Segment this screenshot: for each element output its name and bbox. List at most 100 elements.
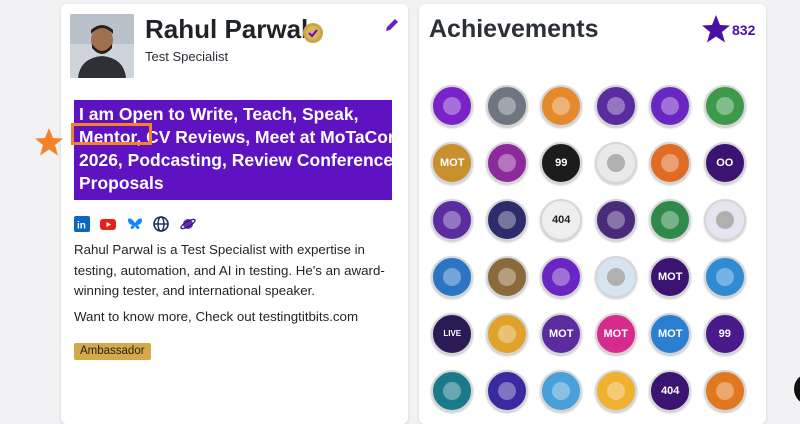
profile-name: Rahul Parwal — [145, 14, 309, 44]
mot-testers-role-badge[interactable]: MOT — [540, 312, 583, 355]
badge-cell — [643, 134, 698, 191]
badge-cell: 404 — [643, 362, 698, 419]
404-talk-badge[interactable]: 404 — [540, 198, 583, 241]
badge-cell — [480, 191, 535, 248]
badge-cell — [425, 248, 480, 305]
mot-gold-badge[interactable]: MOT — [649, 255, 692, 298]
blogger-badge[interactable] — [703, 198, 746, 241]
badge-cell — [589, 248, 644, 305]
explorer-badge[interactable] — [485, 255, 528, 298]
green-monster-badge[interactable] — [649, 198, 692, 241]
eyes-badge[interactable]: OO — [703, 141, 746, 184]
cool-cat-badge[interactable] — [431, 255, 474, 298]
404-badge[interactable]: 404 — [649, 369, 692, 412]
badge-cell: 99 — [698, 305, 753, 362]
badge-cell — [480, 248, 535, 305]
live-badge[interactable]: LIVE — [431, 312, 474, 355]
ambassador-badge[interactable] — [485, 198, 528, 241]
bluesky-icon[interactable] — [127, 216, 143, 232]
linkedin-icon[interactable]: in — [74, 216, 90, 232]
testers-planet-badge-emblem — [661, 96, 680, 115]
mot-badge[interactable]: MOT — [431, 141, 474, 184]
masks-badge[interactable] — [594, 255, 637, 298]
badge-cell: LIVE — [425, 305, 480, 362]
globe-icon[interactable] — [153, 216, 170, 232]
professional-member-badge-emblem — [443, 96, 462, 115]
badge-cell: 99 — [534, 134, 589, 191]
monster-book-badge[interactable] — [594, 84, 637, 127]
profile-description: Rahul Parwal is a Test Specialist with e… — [74, 242, 385, 298]
avatar[interactable] — [70, 14, 134, 78]
mentor-highlight-box — [71, 123, 152, 145]
testing-planet-badge[interactable] — [594, 141, 637, 184]
testbash-brighton-badge[interactable] — [540, 255, 583, 298]
phone-badge[interactable] — [649, 141, 692, 184]
masks-badge-emblem — [606, 267, 625, 286]
floating-action-button[interactable] — [794, 373, 800, 405]
badge-cell: MOT — [425, 134, 480, 191]
octopus-badge[interactable] — [594, 198, 637, 241]
badge-cell: MOT — [534, 305, 589, 362]
testing-planet-badge-emblem — [606, 153, 625, 172]
monitor-badge[interactable] — [703, 255, 746, 298]
explorer-badge-emblem — [497, 267, 516, 286]
open-to-opportunities-badge[interactable] — [594, 369, 637, 412]
professional-member-badge[interactable] — [431, 84, 474, 127]
ambassador-badge[interactable]: Ambassador — [74, 343, 151, 360]
badge-cell — [534, 362, 589, 419]
badge-cell — [534, 248, 589, 305]
badge-cell — [589, 134, 644, 191]
badge-cell — [643, 191, 698, 248]
99-badge[interactable]: 99 — [703, 312, 746, 355]
robot-badge-emblem — [497, 96, 516, 115]
badge-cell: MOT — [643, 305, 698, 362]
newspaper-badge-emblem — [443, 210, 462, 229]
astronaut-badge[interactable] — [431, 369, 474, 412]
robot-badge[interactable] — [485, 84, 528, 127]
tester-figure-badge[interactable] — [485, 141, 528, 184]
highlight-star-icon — [34, 127, 64, 157]
achievements-title: Achievements — [429, 15, 599, 43]
ambassador-badge-emblem — [497, 210, 516, 229]
profile-card: Rahul Parwal Test Specialist I am Open t… — [61, 4, 408, 424]
planet-badge[interactable] — [485, 369, 528, 412]
youtube-icon[interactable] — [100, 216, 117, 232]
achievement-count: 832 — [732, 22, 756, 38]
monster-book-badge-emblem — [606, 96, 625, 115]
planet-icon[interactable] — [180, 216, 196, 232]
tiger-badge[interactable] — [703, 369, 746, 412]
testers-planet-badge[interactable] — [649, 84, 692, 127]
badge-cell — [425, 191, 480, 248]
bug-badge[interactable] — [485, 312, 528, 355]
octopus-badge-emblem — [606, 210, 625, 229]
dino-badge[interactable] — [540, 84, 583, 127]
badge-cell — [643, 77, 698, 134]
edit-icon[interactable] — [383, 16, 401, 34]
more-info-text: Want to know more, Check out testingtitb… — [74, 309, 359, 324]
badge-cell — [480, 134, 535, 191]
newspaper-badge[interactable] — [431, 198, 474, 241]
badge-cell: OO — [698, 134, 753, 191]
cool-cat-badge-emblem — [443, 267, 462, 286]
badge-cell — [480, 305, 535, 362]
book-badge[interactable] — [703, 84, 746, 127]
star-icon — [701, 14, 731, 44]
badge-cell — [589, 77, 644, 134]
99-second-talks-badge[interactable]: 99 — [540, 141, 583, 184]
badge-cell — [698, 77, 753, 134]
open-to-banner: I am Open to Write, Teach, Speak, Mentor… — [71, 100, 399, 200]
badge-cell — [534, 77, 589, 134]
badge-cell — [589, 191, 644, 248]
badge-cell — [480, 77, 535, 134]
svg-text:in: in — [77, 221, 86, 232]
badge-cell — [480, 362, 535, 419]
mot-software-testing-badge[interactable]: MOT — [649, 312, 692, 355]
mot-cognitive-biases-badge[interactable]: MOT — [594, 312, 637, 355]
detective-badge[interactable] — [540, 369, 583, 412]
badge-cell — [698, 362, 753, 419]
social-links: in — [74, 216, 202, 232]
badge-cell — [698, 191, 753, 248]
badge-cell — [589, 362, 644, 419]
bio-line: 2026, Podcasting, Review Conference — [79, 150, 394, 170]
badge-cell — [425, 362, 480, 419]
